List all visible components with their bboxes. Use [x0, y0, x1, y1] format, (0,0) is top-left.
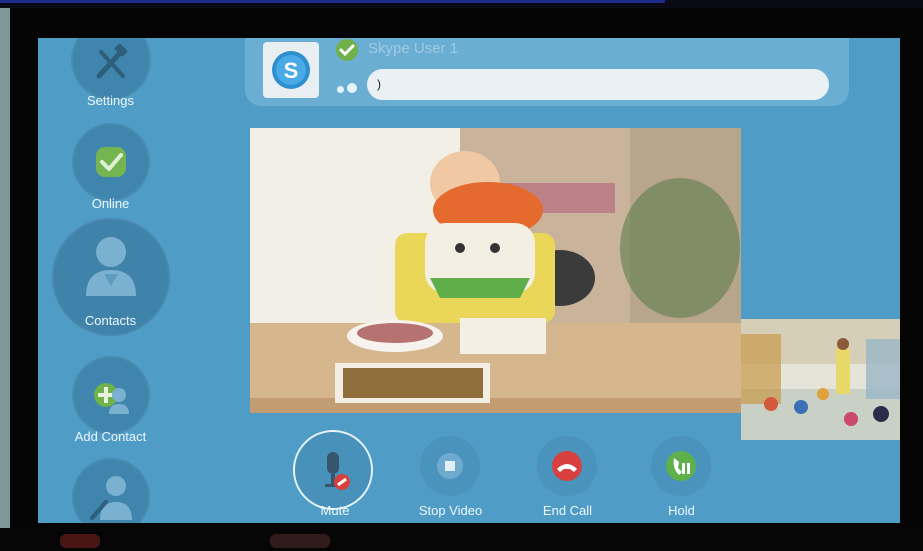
chat-input[interactable]: [367, 69, 829, 100]
stop-icon: [437, 453, 463, 479]
skype-logo-icon: S: [272, 51, 310, 89]
end-call-button[interactable]: End Call: [520, 436, 615, 523]
svg-text:S: S: [284, 58, 299, 83]
top-accent-line: [0, 0, 665, 3]
online-check-icon: [336, 39, 358, 61]
left-frame-edge: [0, 8, 10, 528]
hold-label: Hold: [668, 503, 695, 518]
tools-icon: [96, 44, 128, 79]
sidebar-item-add-contact[interactable]: Add Contact: [38, 356, 183, 446]
skype-tv-screen: Settings Online Contacts Add Contact S S…: [38, 38, 900, 523]
mute-button[interactable]: Mute: [290, 428, 380, 523]
sidebar-item-search[interactable]: [38, 458, 183, 523]
sidebar-item-label: Settings: [87, 93, 134, 108]
end-call-label: End Call: [542, 503, 593, 518]
sidebar-item-label: Contacts: [84, 313, 137, 328]
sidebar: Settings Online Contacts Add Contact: [38, 38, 183, 523]
search-icon: [90, 476, 132, 520]
check-icon: [96, 147, 126, 177]
sidebar-item-settings[interactable]: Settings: [38, 38, 183, 118]
sidebar-item-contacts[interactable]: Contacts: [38, 218, 183, 336]
bottom-reflection: [270, 534, 330, 548]
remote-video: [250, 128, 741, 413]
contact-name: Skype User 1: [368, 40, 459, 57]
person-icon: [86, 237, 136, 296]
add-person-icon: [94, 383, 129, 414]
self-video-frame: [741, 319, 900, 440]
stop-video-label: Stop Video: [418, 503, 483, 518]
sidebar-item-label: Online: [91, 196, 130, 211]
hangup-icon: [552, 451, 582, 481]
hold-button[interactable]: Hold: [634, 436, 729, 523]
typing-indicator-icon: [337, 80, 360, 98]
bottom-frame: [0, 528, 923, 551]
contact-header: S Skype User 1: [245, 38, 849, 106]
microphone-muted-icon: [325, 452, 350, 490]
contact-avatar: S: [263, 42, 319, 98]
self-video: [741, 319, 900, 440]
hold-icon: [666, 451, 696, 481]
sidebar-item-online[interactable]: Online: [38, 123, 183, 213]
mute-label: Mute: [320, 503, 350, 518]
top-frame: [0, 0, 923, 8]
stop-video-button[interactable]: Stop Video: [403, 436, 498, 523]
sidebar-item-label: Add Contact: [74, 429, 147, 444]
remote-video-frame: [250, 128, 741, 413]
bottom-reflection: [60, 534, 100, 548]
